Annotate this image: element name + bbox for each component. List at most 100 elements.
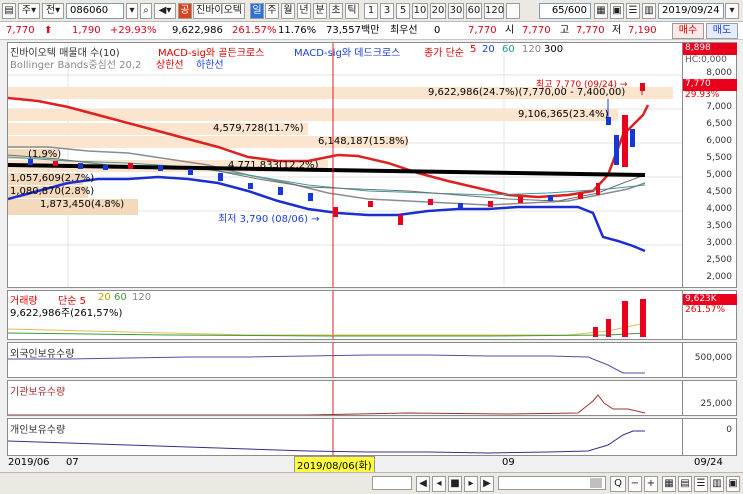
calendar-dropdown-icon[interactable]: ▾ — [725, 3, 739, 19]
legend-macd-dead: MACD-sig와 데드크로스 — [294, 48, 401, 59]
price-tick: 4,000 — [706, 204, 732, 214]
min-60-button[interactable]: 60 — [466, 3, 482, 19]
vp-label-3: 4,579,728(11.7%) — [213, 123, 304, 134]
type-select[interactable]: 주▾ — [18, 3, 40, 19]
legend-ma-20: 20 — [482, 44, 495, 55]
legend-ma-label: 종가 단순 — [424, 48, 464, 59]
min-5-button[interactable]: 5 — [396, 3, 410, 19]
list-view-icon[interactable]: ☰ — [694, 476, 708, 492]
volume-panel[interactable]: 거래량 단순 5 20 60 120 9,622,986주(261,57%) — [7, 290, 683, 340]
change-pct: +29.93% — [110, 25, 157, 36]
code-dropdown-icon[interactable]: ▾ — [126, 3, 138, 19]
custom-min-button[interactable] — [506, 3, 520, 19]
settings-icon[interactable]: ☰ — [626, 3, 640, 19]
institution-tick: 25,000 — [700, 399, 733, 409]
individual-label: 개인보유수량 — [10, 425, 66, 436]
plus-button[interactable]: + — [644, 476, 658, 492]
window-menu-icon[interactable]: ▤ — [2, 3, 16, 19]
chart-control-bar: ◀ ◂ ■ ▸ ▶ Q − + ▦ ▤ ☰ ▥ ▣ — [0, 472, 743, 494]
foreign-axis: 500,000 — [683, 342, 737, 378]
institution-line — [8, 394, 646, 415]
candle — [333, 207, 338, 217]
stock-name: 진바이오텍 — [193, 3, 245, 19]
period-month-button[interactable]: 월 — [281, 3, 295, 19]
legend-ma-120: 120 — [522, 44, 542, 55]
minus-button[interactable]: − — [628, 476, 642, 492]
price-axis[interactable]: 8,898 HC:0,000 7,770 29.93% 8,000 7,000 … — [683, 42, 737, 288]
scroll-track[interactable] — [372, 476, 412, 490]
grid-icon[interactable]: ▦ — [594, 3, 608, 19]
volume-tag: 9,623K — [683, 294, 737, 305]
candle — [398, 215, 403, 225]
volume-axis[interactable]: 9,623K 261.57% — [683, 290, 737, 340]
period-week-button[interactable]: 주 — [265, 3, 279, 19]
layout-icon[interactable]: ▥ — [710, 476, 724, 492]
price-tick: 5,000 — [706, 170, 732, 180]
candle — [158, 165, 163, 171]
scroll-thumb[interactable] — [590, 478, 602, 488]
low-value: 7,190 — [628, 25, 657, 36]
price-tick: 6,500 — [706, 119, 732, 129]
period-tick-button[interactable]: 틱 — [345, 3, 359, 19]
badge-gong: 공 — [178, 3, 192, 19]
volume-ma-20: 20 — [98, 292, 111, 303]
candle — [368, 201, 373, 207]
min-1-button[interactable]: 1 — [364, 3, 378, 19]
foreign-panel[interactable]: 외국인보유수량 — [7, 342, 683, 378]
candle — [128, 163, 133, 169]
search-icon[interactable]: ⌕ — [140, 3, 152, 19]
stock-code-input[interactable]: 086060 — [66, 3, 124, 19]
price-row: 7,770 ⬆ 1,790 +29.93% 9,622,986 261.57% … — [0, 22, 743, 40]
zoom-out-button[interactable]: Q — [610, 476, 626, 492]
period-day-button[interactable]: 일 — [250, 3, 264, 19]
min-20-button[interactable]: 20 — [430, 3, 446, 19]
window-icon[interactable]: ▣ — [726, 476, 740, 492]
cursor-date-label: 2019/08/06(화) — [294, 456, 375, 473]
volume-bar — [606, 319, 611, 337]
candle — [518, 197, 523, 203]
legend-ma-5: 5 — [470, 44, 477, 55]
legend-bollinger: Bollinger Bands중심선 20,2 — [10, 60, 142, 71]
period-year-button[interactable]: 년 — [297, 3, 311, 19]
sell-button[interactable]: 매도 — [706, 23, 738, 39]
individual-panel[interactable]: 개인보유수량 — [7, 418, 683, 456]
chart-view-icon[interactable]: ▤ — [678, 476, 692, 492]
grid-view-icon[interactable]: ▦ — [662, 476, 676, 492]
scroll-first-button[interactable]: ◀ — [416, 476, 430, 492]
institution-label: 기관보유수량 — [10, 387, 66, 398]
legend-ma-60: 60 — [502, 44, 515, 55]
scroll-prev-button[interactable]: ◂ — [432, 476, 446, 492]
min-3-button[interactable]: 3 — [380, 3, 394, 19]
turnover-rate: 11.76% — [278, 25, 317, 36]
min-120-button[interactable]: 120 — [484, 3, 504, 19]
save-icon[interactable]: ▣ — [610, 3, 624, 19]
min-10-button[interactable]: 10 — [412, 3, 428, 19]
high-value: 7,770 — [576, 25, 605, 36]
market-select[interactable]: 전▾ — [42, 3, 64, 19]
price-tick: 7,000 — [706, 102, 732, 112]
price-tag-pct: 29.93% — [685, 90, 720, 100]
vp-label-9: 1,873,450(4.8%) — [40, 199, 125, 210]
date-input[interactable]: 2019/09/24 — [658, 3, 724, 19]
stop-button[interactable]: ■ — [448, 476, 462, 492]
price-chart-panel[interactable]: 진바이오텍 매물대 수(10) MACD-sig와 골든크로스 MACD-sig… — [7, 42, 683, 288]
volume-bar — [622, 301, 628, 337]
scroll-last-button[interactable]: ▶ — [480, 476, 494, 492]
institution-panel[interactable]: 기관보유수량 — [7, 380, 683, 416]
buy-button[interactable]: 매수 — [672, 23, 704, 39]
sound-icon[interactable]: ◀▾ — [154, 3, 176, 19]
calendar-icon[interactable]: ▥ — [642, 3, 656, 19]
candle — [53, 161, 58, 166]
volume-ma-120: 120 — [132, 292, 152, 303]
candle — [428, 199, 433, 205]
period-second-button[interactable]: 초 — [329, 3, 343, 19]
vp-label-5: (1.9%) — [28, 149, 62, 160]
foreign-label: 외국인보유수량 — [10, 349, 75, 360]
scroll-next-button[interactable]: ▸ — [464, 476, 478, 492]
ask-price: 7,770 — [468, 25, 497, 36]
min-30-button[interactable]: 30 — [448, 3, 464, 19]
period-minute-button[interactable]: 분 — [313, 3, 327, 19]
count-input[interactable]: 65/600 — [539, 3, 591, 19]
toolbar: ▤ 주▾ 전▾ 086060 ▾ ⌕ ◀▾ 공 진바이오텍 일 주 월 년 분 … — [0, 0, 743, 22]
up-arrow-icon: ⬆ — [44, 25, 53, 36]
